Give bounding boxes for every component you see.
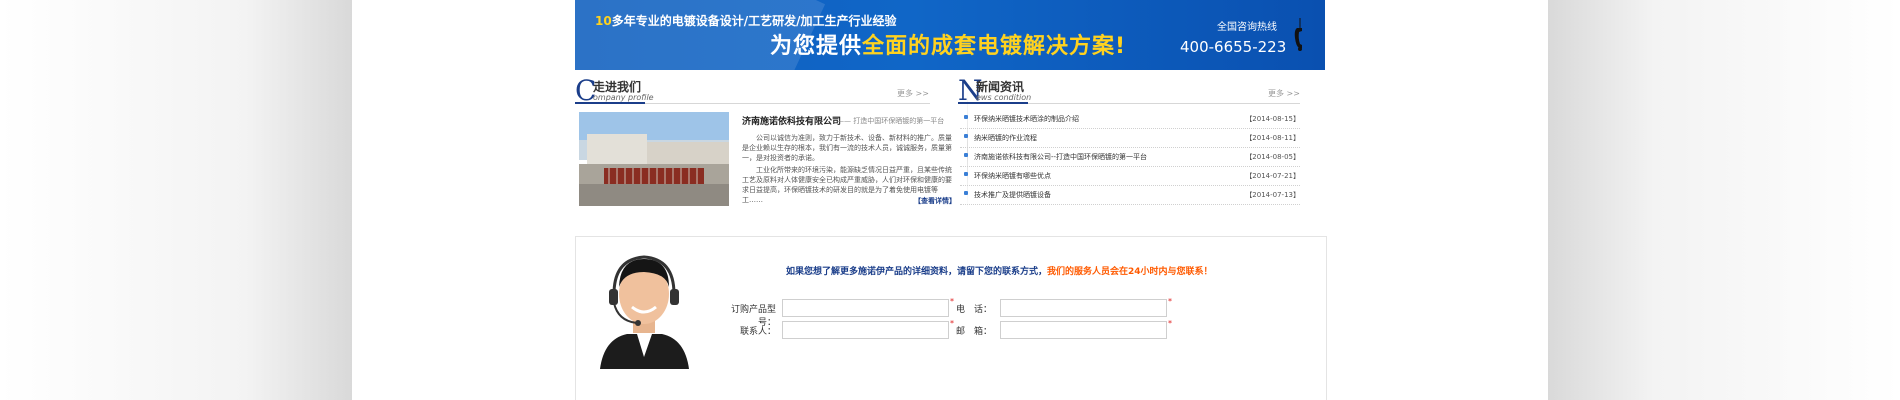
phone-input[interactable] (1000, 299, 1167, 317)
news-subtitle: ews condition (976, 93, 1032, 102)
contact-person-input[interactable] (782, 321, 949, 339)
news-item[interactable]: 环保纳米晒镀技术晒涂的制品介绍 【2014-08-15】 (960, 110, 1300, 129)
page-background-right (1548, 0, 1900, 400)
news-item[interactable]: 纳米晒镀的作业流程 【2014-08-11】 (960, 129, 1300, 148)
banner-slogan-line2: 为您提供全面的成套电镀解决方案! (770, 28, 1126, 60)
news-item-title[interactable]: 环保纳米晒镀有哪些优点 (974, 171, 1051, 181)
contact-form-panel: 如果您想了解更多施诺伊产品的详细资料，请留下您的联系方式，我们的服务人员会在24… (575, 236, 1327, 400)
banner-slogan-line1: 10多年专业的电镀设备设计/工艺研发/加工生产行业经验 (595, 12, 896, 29)
view-details-link[interactable]: 【查看详情】 (914, 196, 956, 206)
customer-service-avatar-icon (600, 255, 689, 369)
news-item-title[interactable]: 济南施诺依科技有限公司--打造中国环保晒镀的第一平台 (974, 152, 1147, 162)
about-more-link[interactable]: 更多 >> (897, 88, 929, 99)
hotline-label: 全国咨询热线 (1217, 22, 1277, 33)
news-header-accent (958, 102, 1028, 104)
description-paragraph: 公司以诚信为准则，致力于新技术、设备、新材料的推广。质量是企业赖以生存的根本，我… (742, 134, 952, 162)
hero-banner: 10多年专业的电镀设备设计/工艺研发/加工生产行业经验 为您提供全面的成套电镀解… (575, 0, 1325, 70)
contact-person-label: 联系人： (739, 327, 776, 337)
page-content: 10多年专业的电镀设备设计/工艺研发/加工生产行业经验 为您提供全面的成套电镀解… (352, 0, 1548, 400)
product-model-input[interactable] (782, 299, 949, 317)
news-list: 环保纳米晒镀技术晒涂的制品介绍 【2014-08-15】 纳米晒镀的作业流程 【20… (960, 110, 1300, 205)
bullet-icon (964, 172, 968, 176)
news-item[interactable]: 济南施诺依科技有限公司--打造中国环保晒镀的第一平台 【2014-08-05】 (960, 148, 1300, 167)
factory-gate-image (579, 112, 729, 206)
required-marker: * (1168, 319, 1172, 328)
news-item-title[interactable]: 技术推广及提供晒镀设备 (974, 190, 1051, 200)
company-tagline: —— 打造中国环保晒镀的第一平台 (837, 117, 945, 125)
banner-slogan2-highlight: 全面的成套电镀解决方案! (862, 34, 1127, 59)
about-header-accent (575, 102, 645, 104)
news-item[interactable]: 环保纳米晒镀有哪些优点 【2014-07-21】 (960, 167, 1300, 186)
banner-slogan2-prefix: 为您提供 (770, 34, 863, 59)
bullet-icon (964, 134, 968, 138)
hotline-number[interactable]: 400-6655-223 (1180, 38, 1286, 56)
page-background-left (0, 0, 352, 400)
news-item-title[interactable]: 纳米晒镀的作业流程 (974, 133, 1037, 143)
banner-slogan-number: 10 (595, 14, 612, 28)
phone-label: 电 话： (955, 305, 992, 315)
news-item-date: 【2014-08-11】 (1245, 134, 1300, 142)
email-input[interactable] (1000, 321, 1167, 339)
contact-intro-highlight: 我们的服务人员会在24小时内与您联系！ (1047, 267, 1213, 277)
bullet-icon (964, 191, 968, 195)
email-label: 邮 箱： (955, 327, 992, 337)
news-item-date: 【2014-08-15】 (1245, 115, 1300, 123)
bullet-icon (964, 115, 968, 119)
required-marker: * (1168, 297, 1172, 306)
news-item-date: 【2014-07-21】 (1245, 172, 1300, 180)
news-more-link[interactable]: 更多 >> (1268, 88, 1300, 99)
banner-slogan-text: 多年专业的电镀设备设计/工艺研发/加工生产行业经验 (611, 14, 897, 28)
contact-intro-text: 如果您想了解更多施诺伊产品的详细资料，请留下您的联系方式，我们的服务人员会在24… (786, 264, 1213, 277)
company-name: 济南施诺依科技有限公司 (742, 117, 842, 127)
about-subtitle: ompany profile (593, 93, 654, 102)
news-item-title[interactable]: 环保纳米晒镀技术晒涂的制品介绍 (974, 114, 1079, 124)
company-building-photo[interactable] (579, 112, 729, 206)
news-item-date: 【2014-08-05】 (1245, 153, 1300, 161)
news-item-date: 【2014-07-13】 (1245, 191, 1300, 199)
telephone-icon (1294, 18, 1302, 51)
contact-intro-main: 如果您想了解更多施诺伊产品的详细资料，请留下您的联系方式， (786, 267, 1048, 277)
news-item[interactable]: 技术推广及提供晒镀设备 【2014-07-13】 (960, 186, 1300, 205)
bullet-icon (964, 153, 968, 157)
